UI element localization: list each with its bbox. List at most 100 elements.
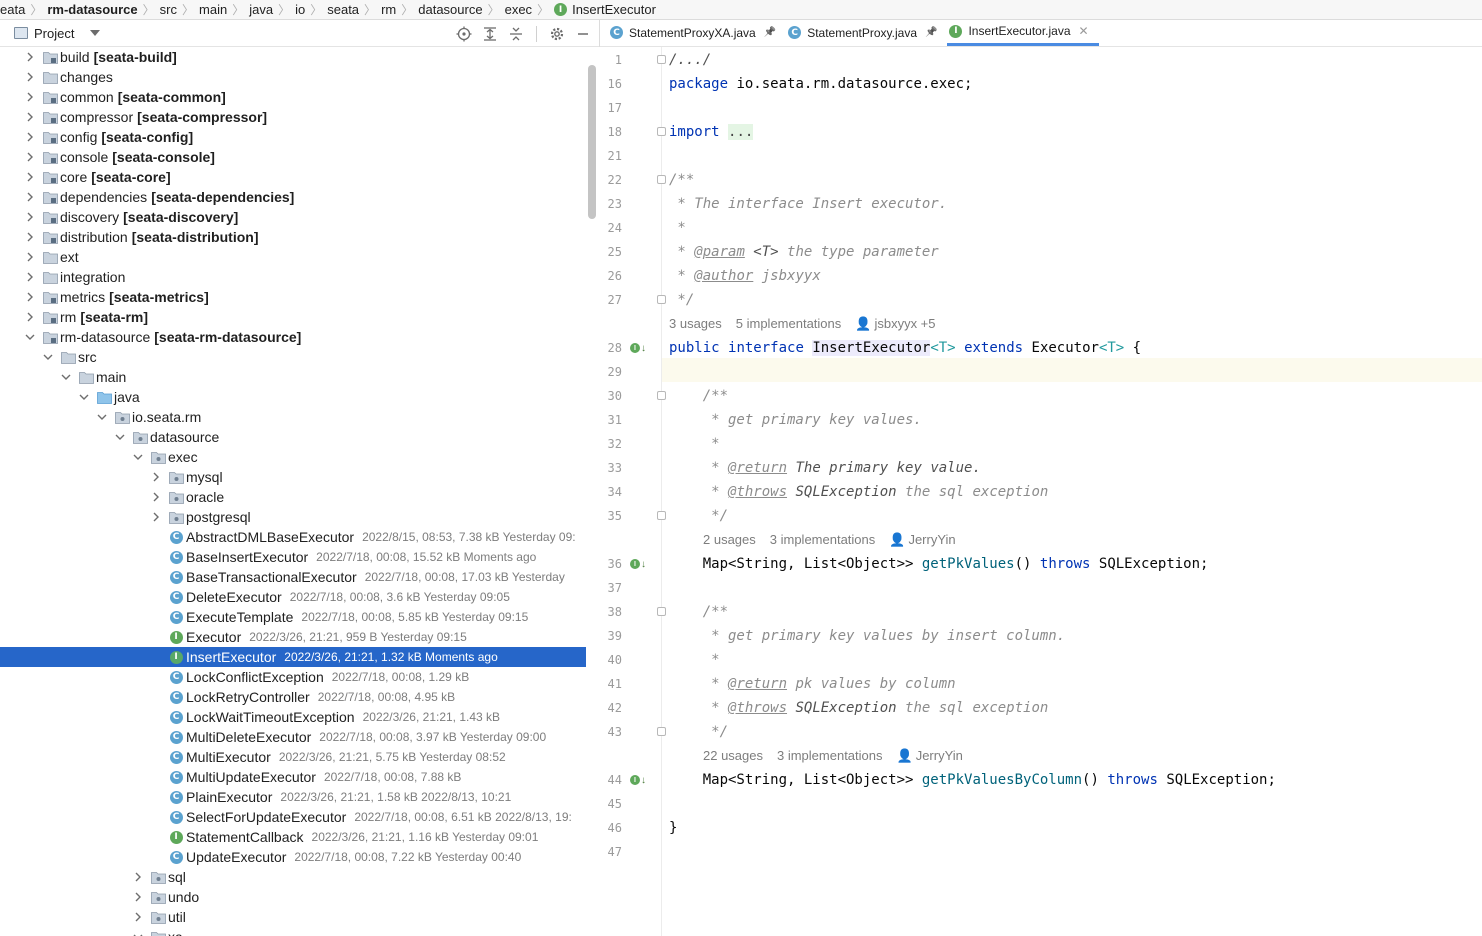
editor-tab[interactable]: C StatementProxyXA.java 📌 (608, 19, 786, 46)
tree-item[interactable]: distribution [seata-distribution] (0, 227, 586, 247)
tree-item[interactable]: C AbstractDMLBaseExecutor 2022/8/15, 08:53… (0, 527, 586, 547)
tree-item[interactable]: console [seata-console] (0, 147, 586, 167)
chevron-right-icon[interactable] (24, 287, 36, 307)
editor-tab[interactable]: I InsertExecutor.java ✕ (947, 19, 1099, 46)
fold-marker-icon[interactable] (657, 727, 666, 736)
fold-marker-icon[interactable] (657, 607, 666, 616)
tree-item[interactable]: C MultiUpdateExecutor 2022/7/18, 00:08, 7.… (0, 767, 586, 787)
tree-item[interactable]: C BaseTransactionalExecutor 2022/7/18, 00:… (0, 567, 586, 587)
fold-marker-icon[interactable] (657, 391, 666, 400)
fold-marker-icon[interactable] (657, 127, 666, 136)
author-hint[interactable]: 👤 jsbxyyx +5 (855, 316, 949, 331)
locate-icon[interactable] (454, 24, 474, 44)
chevron-right-icon[interactable] (24, 87, 36, 107)
chevron-down-icon[interactable] (132, 927, 144, 936)
breadcrumb-item[interactable]: eata (0, 0, 29, 19)
chevron-right-icon[interactable] (24, 67, 36, 87)
code-area[interactable]: /.../ package io.seata.rm.datasource.exe… (669, 47, 1482, 936)
tree-scrollbar-thumb[interactable] (588, 65, 596, 219)
chevron-down-icon[interactable] (24, 327, 36, 347)
chevron-right-icon[interactable] (132, 887, 144, 907)
chevron-down-icon[interactable] (132, 447, 144, 467)
tree-item[interactable]: I Executor 2022/3/26, 21:21, 959 B Yesterd… (0, 627, 586, 647)
tree-item[interactable]: datasource (0, 427, 586, 447)
usages-link[interactable]: 2 usages (703, 532, 756, 547)
gear-icon[interactable] (547, 24, 567, 44)
tree-item[interactable]: C ExecuteTemplate 2022/7/18, 00:08, 5.85 k… (0, 607, 586, 627)
project-title[interactable]: Project (34, 26, 74, 41)
tree-item[interactable]: undo (0, 887, 586, 907)
tree-item[interactable]: I InsertExecutor 2022/3/26, 21:21, 1.32 kB… (0, 647, 586, 667)
interface-name[interactable]: InsertExecutor (812, 340, 931, 356)
chevron-right-icon[interactable] (24, 107, 36, 127)
tree-item[interactable]: C UpdateExecutor 2022/7/18, 00:08, 7.22 kB… (0, 847, 586, 867)
author-hint[interactable]: 👤 JerryYin (889, 532, 969, 547)
tree-item[interactable]: io.seata.rm (0, 407, 586, 427)
chevron-right-icon[interactable] (24, 127, 36, 147)
breadcrumb-item[interactable]: I InsertExecutor (550, 0, 660, 19)
tree-item[interactable]: java (0, 387, 586, 407)
chevron-right-icon[interactable] (150, 467, 162, 487)
tree-item[interactable]: src (0, 347, 586, 367)
chevron-right-icon[interactable] (24, 307, 36, 327)
usages-link[interactable]: 22 usages (703, 748, 763, 763)
tree-item[interactable]: common [seata-common] (0, 87, 586, 107)
author-hint[interactable]: 👤 JerryYin (897, 748, 977, 763)
fold-marker-icon[interactable] (657, 295, 666, 304)
tree-item[interactable]: C LockWaitTimeoutException 2022/3/26, 21:2… (0, 707, 586, 727)
chevron-right-icon[interactable] (24, 147, 36, 167)
folded-imports[interactable]: ... (728, 124, 754, 140)
usages-link[interactable]: 3 usages (669, 316, 722, 331)
tree-item[interactable]: integration (0, 267, 586, 287)
tree-item[interactable]: C LockConflictException 2022/7/18, 00:08, … (0, 667, 586, 687)
tree-item[interactable]: changes (0, 67, 586, 87)
chevron-right-icon[interactable] (24, 167, 36, 187)
chevron-right-icon[interactable] (24, 187, 36, 207)
tree-item[interactable]: oracle (0, 487, 586, 507)
tree-item[interactable]: compressor [seata-compressor] (0, 107, 586, 127)
chevron-right-icon[interactable] (24, 207, 36, 227)
tree-item[interactable]: xa (0, 927, 586, 936)
tree-item[interactable]: postgresql (0, 507, 586, 527)
implemented-marker-icon[interactable]: I ↓ (630, 557, 648, 571)
fold-marker-icon[interactable] (657, 55, 666, 64)
collapse-all-icon[interactable] (506, 24, 526, 44)
breadcrumb-item[interactable]: rm-datasource (43, 0, 141, 19)
tree-item[interactable]: core [seata-core] (0, 167, 586, 187)
minimize-icon[interactable] (573, 24, 593, 44)
breadcrumb-item[interactable]: main (195, 0, 231, 19)
tree-item[interactable]: metrics [seata-metrics] (0, 287, 586, 307)
tree-item[interactable]: exec (0, 447, 586, 467)
chevron-right-icon[interactable] (24, 247, 36, 267)
fold-marker-icon[interactable] (657, 511, 666, 520)
implementations-link[interactable]: 3 implementations (770, 532, 876, 547)
pin-icon[interactable]: 📌 (925, 27, 937, 38)
folded-header[interactable]: /.../ (669, 52, 711, 68)
tree-item[interactable]: I StatementCallback 2022/3/26, 21:21, 1.16… (0, 827, 586, 847)
chevron-down-icon[interactable] (114, 427, 126, 447)
expand-all-icon[interactable] (480, 24, 500, 44)
tree-item[interactable]: C DeleteExecutor 2022/7/18, 00:08, 3.6 kB … (0, 587, 586, 607)
chevron-down-icon[interactable] (60, 367, 72, 387)
breadcrumb-item[interactable]: rm (377, 0, 400, 19)
tree-item[interactable]: discovery [seata-discovery] (0, 207, 586, 227)
tree-item[interactable]: C MultiDeleteExecutor 2022/7/18, 00:08, 3.… (0, 727, 586, 747)
chevron-down-icon[interactable] (96, 407, 108, 427)
tree-item[interactable]: mysql (0, 467, 586, 487)
chevron-down-icon[interactable] (78, 387, 90, 407)
tree-item[interactable]: sql (0, 867, 586, 887)
breadcrumb-item[interactable]: datasource (414, 0, 486, 19)
chevron-down-icon[interactable] (42, 347, 54, 367)
breadcrumb-item[interactable]: src (156, 0, 181, 19)
chevron-right-icon[interactable] (24, 267, 36, 287)
chevron-right-icon[interactable] (24, 47, 36, 67)
tree-item[interactable]: util (0, 907, 586, 927)
chevron-right-icon[interactable] (132, 867, 144, 887)
chevron-right-icon[interactable] (150, 507, 162, 527)
tree-item[interactable]: ext (0, 247, 586, 267)
method-name[interactable]: getPkValues (922, 556, 1015, 572)
breadcrumb-item[interactable]: io (291, 0, 309, 19)
tree-item[interactable]: config [seata-config] (0, 127, 586, 147)
implementations-link[interactable]: 5 implementations (736, 316, 842, 331)
tree-item[interactable]: C PlainExecutor 2022/3/26, 21:21, 1.58 kB … (0, 787, 586, 807)
